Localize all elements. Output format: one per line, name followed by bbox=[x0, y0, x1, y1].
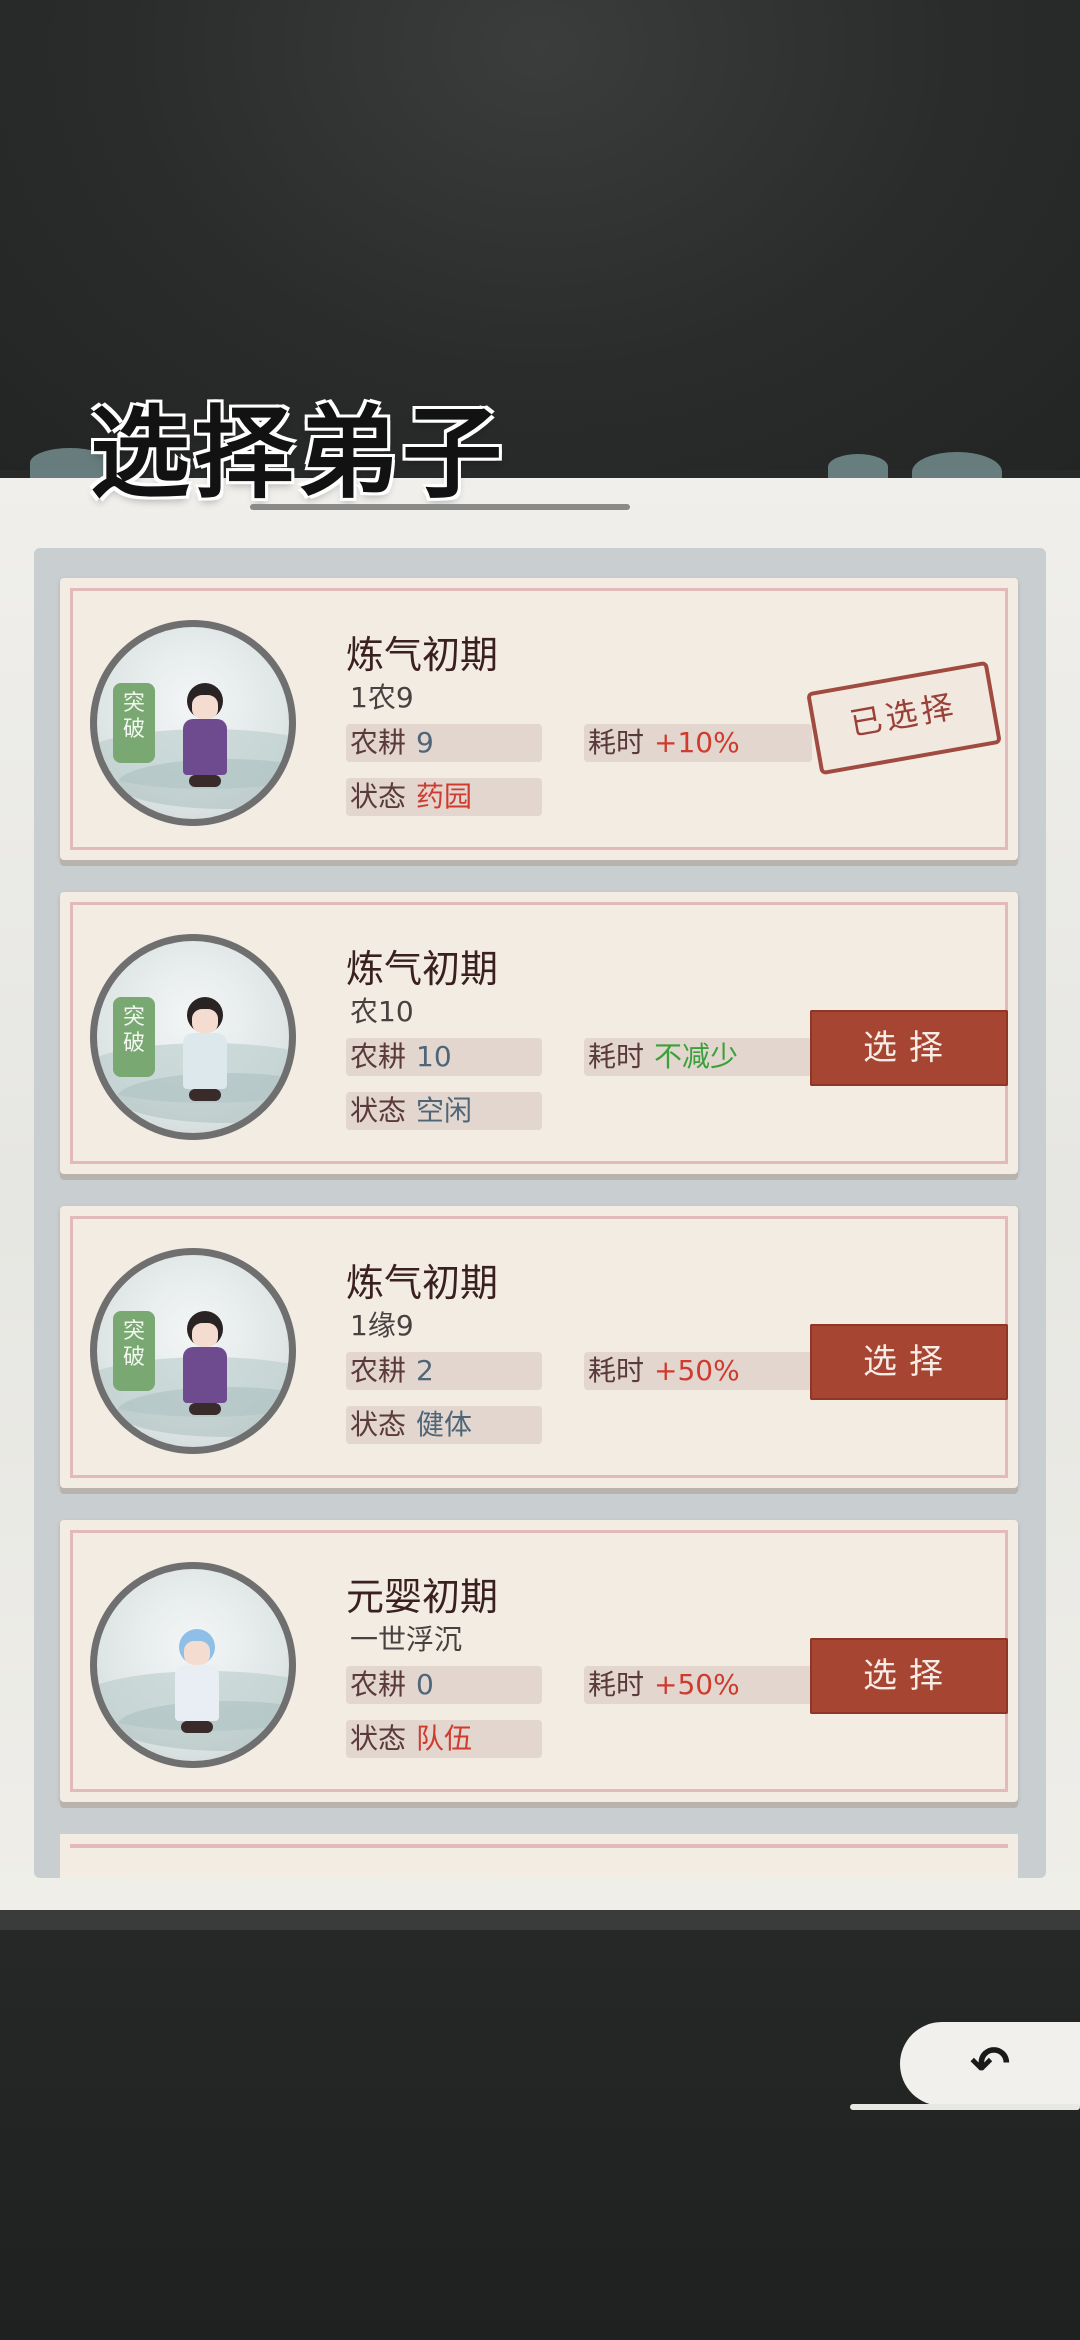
time-stat: 耗时 不减少 bbox=[584, 1038, 812, 1076]
breakthrough-badge: 突破 bbox=[113, 1311, 155, 1391]
disciple-avatar bbox=[177, 1311, 233, 1421]
title-text: 选择弟子 bbox=[90, 394, 506, 512]
back-button[interactable]: ↶ bbox=[900, 2022, 1080, 2106]
farming-label: 农耕 bbox=[350, 726, 407, 759]
farming-label: 农耕 bbox=[350, 1040, 407, 1073]
disciple-portrait: 突破 bbox=[90, 934, 296, 1140]
farming-label: 农耕 bbox=[350, 1354, 407, 1387]
breakthrough-badge: 突破 bbox=[113, 683, 155, 763]
disciple-card-partial[interactable] bbox=[60, 1834, 1018, 1878]
disciple-card[interactable]: 突破 炼气初期 1农9 农耕 9 耗时 +10% 状态 药园 已选择 bbox=[60, 578, 1018, 860]
time-label: 耗时 bbox=[588, 1354, 645, 1387]
title-underline bbox=[250, 504, 630, 510]
time-value: +10% bbox=[654, 726, 740, 759]
state-label: 状态 bbox=[350, 1722, 407, 1755]
farming-label: 农耕 bbox=[350, 1668, 407, 1701]
disciple-card[interactable]: 突破 炼气初期 农10 农耕 10 耗时 不减少 状态 空闲 选择 bbox=[60, 892, 1018, 1174]
disciple-realm: 元婴初期 bbox=[346, 1575, 499, 1619]
farming-value: 10 bbox=[416, 1040, 452, 1073]
disciple-realm: 炼气初期 bbox=[346, 633, 499, 677]
farming-stat: 农耕 9 bbox=[346, 724, 542, 762]
disciple-name: 农10 bbox=[350, 995, 414, 1028]
time-stat: 耗时 +50% bbox=[584, 1666, 812, 1704]
state-value: 空闲 bbox=[416, 1094, 473, 1127]
time-label: 耗时 bbox=[588, 726, 645, 759]
state-stat: 状态 空闲 bbox=[346, 1092, 542, 1130]
disciple-portrait: 突破 bbox=[90, 620, 296, 826]
disciple-realm: 炼气初期 bbox=[346, 1261, 499, 1305]
time-value: +50% bbox=[654, 1668, 740, 1701]
disciple-list[interactable]: 突破 炼气初期 1农9 农耕 9 耗时 +10% 状态 药园 已选择 突破 炼气初期 … bbox=[34, 548, 1046, 1878]
bottom-background bbox=[0, 1930, 1080, 2340]
cloud-decoration bbox=[828, 454, 888, 480]
disciple-avatar bbox=[177, 997, 233, 1107]
state-value: 队伍 bbox=[416, 1722, 473, 1755]
state-label: 状态 bbox=[350, 1408, 407, 1441]
disciple-card[interactable]: 突破 炼气初期 1缘9 农耕 2 耗时 +50% 状态 健体 选择 bbox=[60, 1206, 1018, 1488]
disciple-portrait: 突破 bbox=[90, 1248, 296, 1454]
select-button[interactable]: 选择 bbox=[810, 1324, 1008, 1400]
disciple-name: 1农9 bbox=[350, 681, 414, 714]
farming-value: 9 bbox=[416, 726, 434, 759]
state-stat: 状态 药园 bbox=[346, 778, 542, 816]
dialog-title: 选择弟子 bbox=[90, 360, 510, 520]
state-stat: 状态 队伍 bbox=[346, 1720, 542, 1758]
select-button[interactable]: 选择 bbox=[810, 1638, 1008, 1714]
disciple-name: 一世浮沉 bbox=[350, 1623, 463, 1656]
farming-stat: 农耕 0 bbox=[346, 1666, 542, 1704]
breakthrough-badge: 突破 bbox=[113, 997, 155, 1077]
state-value: 药园 bbox=[416, 780, 473, 813]
disciple-avatar bbox=[177, 683, 233, 793]
time-value: +50% bbox=[654, 1354, 740, 1387]
farming-value: 0 bbox=[416, 1668, 434, 1701]
back-button-underline bbox=[850, 2104, 1080, 2110]
farming-stat: 农耕 2 bbox=[346, 1352, 542, 1390]
state-label: 状态 bbox=[350, 780, 407, 813]
disciple-avatar bbox=[169, 1629, 225, 1739]
selected-stamp: 已选择 bbox=[806, 660, 1002, 776]
time-stat: 耗时 +50% bbox=[584, 1352, 812, 1390]
time-label: 耗时 bbox=[588, 1668, 645, 1701]
farming-stat: 农耕 10 bbox=[346, 1038, 542, 1076]
state-label: 状态 bbox=[350, 1094, 407, 1127]
disciple-name: 1缘9 bbox=[350, 1309, 414, 1342]
disciple-card[interactable]: 元婴初期 一世浮沉 农耕 0 耗时 +50% 状态 队伍 选择 bbox=[60, 1520, 1018, 1802]
disciple-realm: 炼气初期 bbox=[346, 947, 499, 991]
time-value: 不减少 bbox=[654, 1040, 739, 1073]
time-stat: 耗时 +10% bbox=[584, 724, 812, 762]
state-value: 健体 bbox=[416, 1408, 473, 1441]
disciple-portrait bbox=[90, 1562, 296, 1768]
farming-value: 2 bbox=[416, 1354, 434, 1387]
select-button[interactable]: 选择 bbox=[810, 1010, 1008, 1086]
state-stat: 状态 健体 bbox=[346, 1406, 542, 1444]
time-label: 耗时 bbox=[588, 1040, 645, 1073]
back-arrow-icon: ↶ bbox=[970, 2036, 1011, 2092]
